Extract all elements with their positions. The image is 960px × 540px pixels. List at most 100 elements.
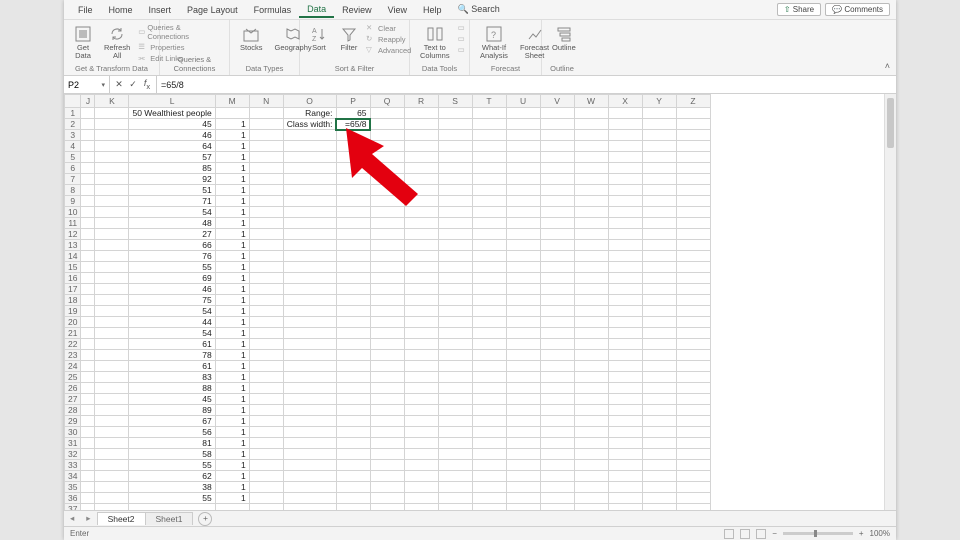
cell-N6[interactable]	[249, 163, 283, 174]
cell-K21[interactable]	[95, 328, 129, 339]
cell-J14[interactable]	[81, 251, 95, 262]
cell-M3[interactable]: 1	[215, 130, 249, 141]
cell-S16[interactable]	[438, 273, 472, 284]
cell-S10[interactable]	[438, 207, 472, 218]
cancel-formula-icon[interactable]: ✕	[114, 79, 124, 90]
cell-W17[interactable]	[574, 284, 608, 295]
cell-N14[interactable]	[249, 251, 283, 262]
cell-X30[interactable]	[608, 427, 642, 438]
cell-M17[interactable]: 1	[215, 284, 249, 295]
cell-Z35[interactable]	[676, 482, 710, 493]
cell-P14[interactable]	[336, 251, 370, 262]
cell-U10[interactable]	[506, 207, 540, 218]
column-header-Y[interactable]: Y	[642, 95, 676, 108]
cell-M29[interactable]: 1	[215, 416, 249, 427]
cell-V4[interactable]	[540, 141, 574, 152]
cell-R1[interactable]	[404, 108, 438, 119]
cell-T6[interactable]	[472, 163, 506, 174]
cell-W16[interactable]	[574, 273, 608, 284]
cell-X32[interactable]	[608, 449, 642, 460]
cell-M11[interactable]: 1	[215, 218, 249, 229]
cell-S3[interactable]	[438, 130, 472, 141]
cell-N22[interactable]	[249, 339, 283, 350]
cell-P25[interactable]	[336, 372, 370, 383]
cell-V31[interactable]	[540, 438, 574, 449]
cell-V6[interactable]	[540, 163, 574, 174]
cell-W21[interactable]	[574, 328, 608, 339]
cell-Z13[interactable]	[676, 240, 710, 251]
cell-X1[interactable]	[608, 108, 642, 119]
tab-insert[interactable]: Insert	[141, 3, 180, 17]
cell-X35[interactable]	[608, 482, 642, 493]
cell-Z28[interactable]	[676, 405, 710, 416]
cell-P11[interactable]	[336, 218, 370, 229]
column-header-X[interactable]: X	[608, 95, 642, 108]
text-to-columns-button[interactable]: Text to Columns	[416, 23, 454, 61]
cell-T11[interactable]	[472, 218, 506, 229]
cell-O17[interactable]	[283, 284, 336, 295]
cell-M35[interactable]: 1	[215, 482, 249, 493]
cell-N23[interactable]	[249, 350, 283, 361]
cell-U21[interactable]	[506, 328, 540, 339]
cell-Q37[interactable]	[370, 504, 404, 511]
cell-O15[interactable]	[283, 262, 336, 273]
cell-S22[interactable]	[438, 339, 472, 350]
cell-J22[interactable]	[81, 339, 95, 350]
cell-L21[interactable]: 54	[129, 328, 215, 339]
cell-W9[interactable]	[574, 196, 608, 207]
cell-U28[interactable]	[506, 405, 540, 416]
row-header[interactable]: 19	[65, 306, 81, 317]
cell-K3[interactable]	[95, 130, 129, 141]
cell-R13[interactable]	[404, 240, 438, 251]
cell-O7[interactable]	[283, 174, 336, 185]
cell-Y5[interactable]	[642, 152, 676, 163]
search-menu[interactable]: 🔍 Search	[450, 2, 508, 17]
cell-X23[interactable]	[608, 350, 642, 361]
column-header-P[interactable]: P	[336, 95, 370, 108]
cell-P30[interactable]	[336, 427, 370, 438]
cell-V13[interactable]	[540, 240, 574, 251]
cell-J26[interactable]	[81, 383, 95, 394]
cell-K36[interactable]	[95, 493, 129, 504]
cell-J24[interactable]	[81, 361, 95, 372]
cell-X20[interactable]	[608, 317, 642, 328]
cell-Z27[interactable]	[676, 394, 710, 405]
cell-O25[interactable]	[283, 372, 336, 383]
cell-S28[interactable]	[438, 405, 472, 416]
get-data-button[interactable]: Get Data	[70, 23, 96, 61]
cell-R35[interactable]	[404, 482, 438, 493]
cell-M32[interactable]: 1	[215, 449, 249, 460]
cell-U27[interactable]	[506, 394, 540, 405]
cell-O21[interactable]	[283, 328, 336, 339]
cell-R14[interactable]	[404, 251, 438, 262]
cell-K17[interactable]	[95, 284, 129, 295]
cell-T33[interactable]	[472, 460, 506, 471]
cell-L7[interactable]: 92	[129, 174, 215, 185]
cell-X9[interactable]	[608, 196, 642, 207]
sheet-nav-prev-icon[interactable]: ◂	[64, 513, 80, 524]
row-header[interactable]: 21	[65, 328, 81, 339]
cell-Y4[interactable]	[642, 141, 676, 152]
cell-L9[interactable]: 71	[129, 196, 215, 207]
cell-Y25[interactable]	[642, 372, 676, 383]
cell-M31[interactable]: 1	[215, 438, 249, 449]
cell-K12[interactable]	[95, 229, 129, 240]
cell-N35[interactable]	[249, 482, 283, 493]
filter-button[interactable]: Filter	[336, 23, 362, 54]
cell-R29[interactable]	[404, 416, 438, 427]
cell-V27[interactable]	[540, 394, 574, 405]
cell-W32[interactable]	[574, 449, 608, 460]
advanced-mini[interactable]: ▽Advanced	[366, 45, 411, 55]
cell-K16[interactable]	[95, 273, 129, 284]
cell-V1[interactable]	[540, 108, 574, 119]
cell-U17[interactable]	[506, 284, 540, 295]
cell-M28[interactable]: 1	[215, 405, 249, 416]
worksheet-grid[interactable]: JKLMNOPQRSTUVWXYZ 150 Wealthiest peopleR…	[64, 94, 896, 510]
cell-J19[interactable]	[81, 306, 95, 317]
cell-N26[interactable]	[249, 383, 283, 394]
cell-P7[interactable]	[336, 174, 370, 185]
cell-X15[interactable]	[608, 262, 642, 273]
cell-T15[interactable]	[472, 262, 506, 273]
cell-J1[interactable]	[81, 108, 95, 119]
cell-T21[interactable]	[472, 328, 506, 339]
